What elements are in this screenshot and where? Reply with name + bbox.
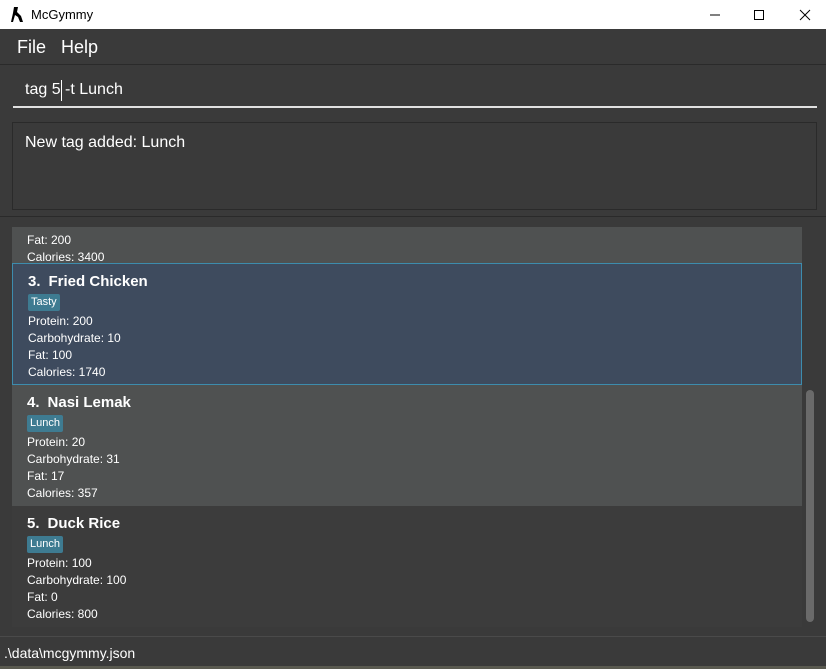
fat-value: Fat: 17 <box>27 469 65 483</box>
list-item-selected[interactable]: 3. Fried Chicken Tasty Protein: 200 Carbo… <box>12 263 802 385</box>
close-icon <box>799 9 811 20</box>
food-name: Fried Chicken <box>48 273 148 290</box>
food-name: Nasi Lemak <box>47 394 131 411</box>
result-panel: New tag added: Lunch <box>0 114 826 217</box>
result-message: New tag added: Lunch <box>25 134 186 151</box>
menu-file[interactable]: File <box>17 37 46 58</box>
tag-badge: Tasty <box>28 294 60 311</box>
food-title: 3. Fried Chicken <box>28 273 148 290</box>
food-name: Duck Rice <box>47 515 121 532</box>
food-index: 4. <box>27 394 40 411</box>
list-item[interactable]: Fat: 200 Calories: 3400 <box>12 227 802 264</box>
title-bar: McGymmy <box>0 0 826 29</box>
app-window: McGymmy File Help tag 5 -t Lunch New tag… <box>0 0 826 669</box>
food-title: 4. Nasi Lemak <box>27 394 131 411</box>
status-bar: .\data\mcgymmy.json <box>0 636 826 669</box>
food-title: 5. Duck Rice <box>27 515 120 532</box>
menu-help[interactable]: Help <box>61 37 98 58</box>
fat-value: Fat: 200 <box>27 233 72 247</box>
protein-value: Protein: 20 <box>27 435 86 449</box>
protein-value: Protein: 100 <box>27 556 92 570</box>
app-logo-icon <box>11 7 23 22</box>
protein-value: Protein: 200 <box>28 314 93 328</box>
calories-value: Calories: 800 <box>27 607 98 621</box>
maximize-button[interactable] <box>736 0 782 29</box>
close-button[interactable] <box>782 0 826 29</box>
command-box: tag 5 -t Lunch <box>0 66 826 114</box>
carbohydrate-value: Carbohydrate: 31 <box>27 452 120 466</box>
list-item[interactable]: 5. Duck Rice Lunch Protein: 100 Carbohydr… <box>12 506 802 627</box>
window-title: McGymmy <box>31 7 94 22</box>
tag-badge: Lunch <box>27 536 63 553</box>
food-index: 3. <box>28 273 41 290</box>
scrollbar-thumb[interactable] <box>806 390 814 622</box>
calories-value: Calories: 357 <box>27 486 98 500</box>
command-input[interactable]: tag 5 -t Lunch <box>13 72 817 108</box>
minimize-button[interactable] <box>692 0 738 29</box>
tag-badge: Lunch <box>27 415 63 432</box>
fat-value: Fat: 100 <box>28 348 73 362</box>
menu-bar: File Help <box>0 29 826 65</box>
carbohydrate-value: Carbohydrate: 10 <box>28 331 121 345</box>
text-caret <box>61 80 62 101</box>
list-item[interactable]: 4. Nasi Lemak Lunch Protein: 20 Carbohydr… <box>12 385 802 506</box>
result-display[interactable]: New tag added: Lunch <box>12 122 817 210</box>
fat-value: Fat: 0 <box>27 590 58 604</box>
food-index: 5. <box>27 515 40 532</box>
carbohydrate-value: Carbohydrate: 100 <box>27 573 127 587</box>
calories-value: Calories: 1740 <box>28 365 106 379</box>
minimize-icon <box>710 14 720 15</box>
data-file-path: .\data\mcgymmy.json <box>4 645 136 661</box>
list-scrollbar[interactable] <box>805 218 815 636</box>
calories-value: Calories: 3400 <box>27 250 105 264</box>
food-list[interactable]: Fat: 200 Calories: 3400 3. Fried Chicken … <box>0 218 826 636</box>
maximize-icon <box>754 9 764 20</box>
